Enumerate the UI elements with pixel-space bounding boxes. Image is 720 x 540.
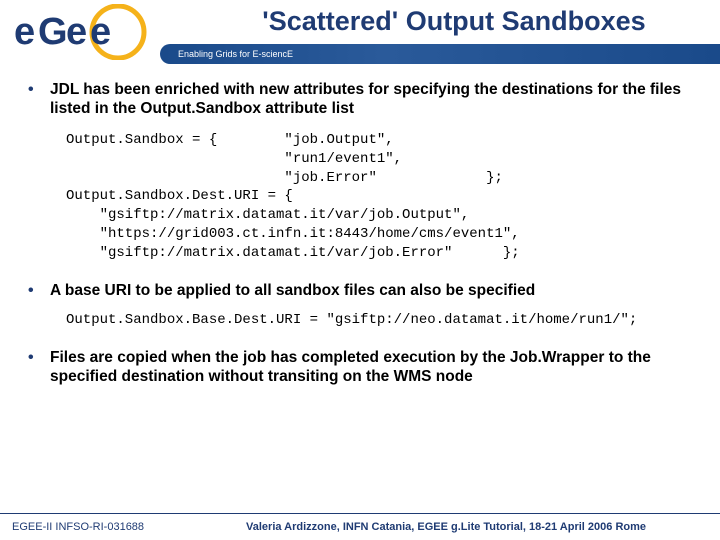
svg-text:G: G (38, 11, 68, 53)
bullet-item: • JDL has been enriched with new attribu… (28, 80, 692, 119)
slide-footer: EGEE-II INFSO-RI-031688 Valeria Ardizzon… (0, 514, 720, 540)
egee-logo: e G e e (8, 4, 158, 60)
footer-right-text: Valeria Ardizzone, INFN Catania, EGEE g.… (144, 521, 708, 533)
svg-text:e: e (66, 11, 87, 53)
code-block-sandbox: Output.Sandbox = { "job.Output", "run1/e… (66, 131, 692, 263)
slide-title: 'Scattered' Output Sandboxes (160, 0, 720, 37)
slide-header: e G e e 'Scattered' Output Sandboxes Ena… (0, 0, 720, 66)
bullet-text: A base URI to be applied to all sandbox … (50, 281, 692, 300)
bullet-dot-icon: • (28, 80, 50, 119)
bullet-dot-icon: • (28, 348, 50, 387)
bullet-dot-icon: • (28, 281, 50, 300)
bullet-item: • Files are copied when the job has comp… (28, 348, 692, 387)
subtitle-text: Enabling Grids for E-sciencE (178, 49, 293, 59)
code-block-baseuri: Output.Sandbox.Base.Dest.URI = "gsiftp:/… (66, 312, 692, 330)
svg-text:e: e (14, 11, 35, 53)
subtitle-bar: Enabling Grids for E-sciencE (160, 44, 720, 64)
bullet-text: JDL has been enriched with new attribute… (50, 80, 692, 119)
svg-text:e: e (90, 11, 111, 53)
bullet-item: • A base URI to be applied to all sandbo… (28, 281, 692, 300)
footer-left-text: EGEE-II INFSO-RI-031688 (12, 521, 144, 533)
slide-content: • JDL has been enriched with new attribu… (0, 66, 720, 387)
bullet-text: Files are copied when the job has comple… (50, 348, 692, 387)
